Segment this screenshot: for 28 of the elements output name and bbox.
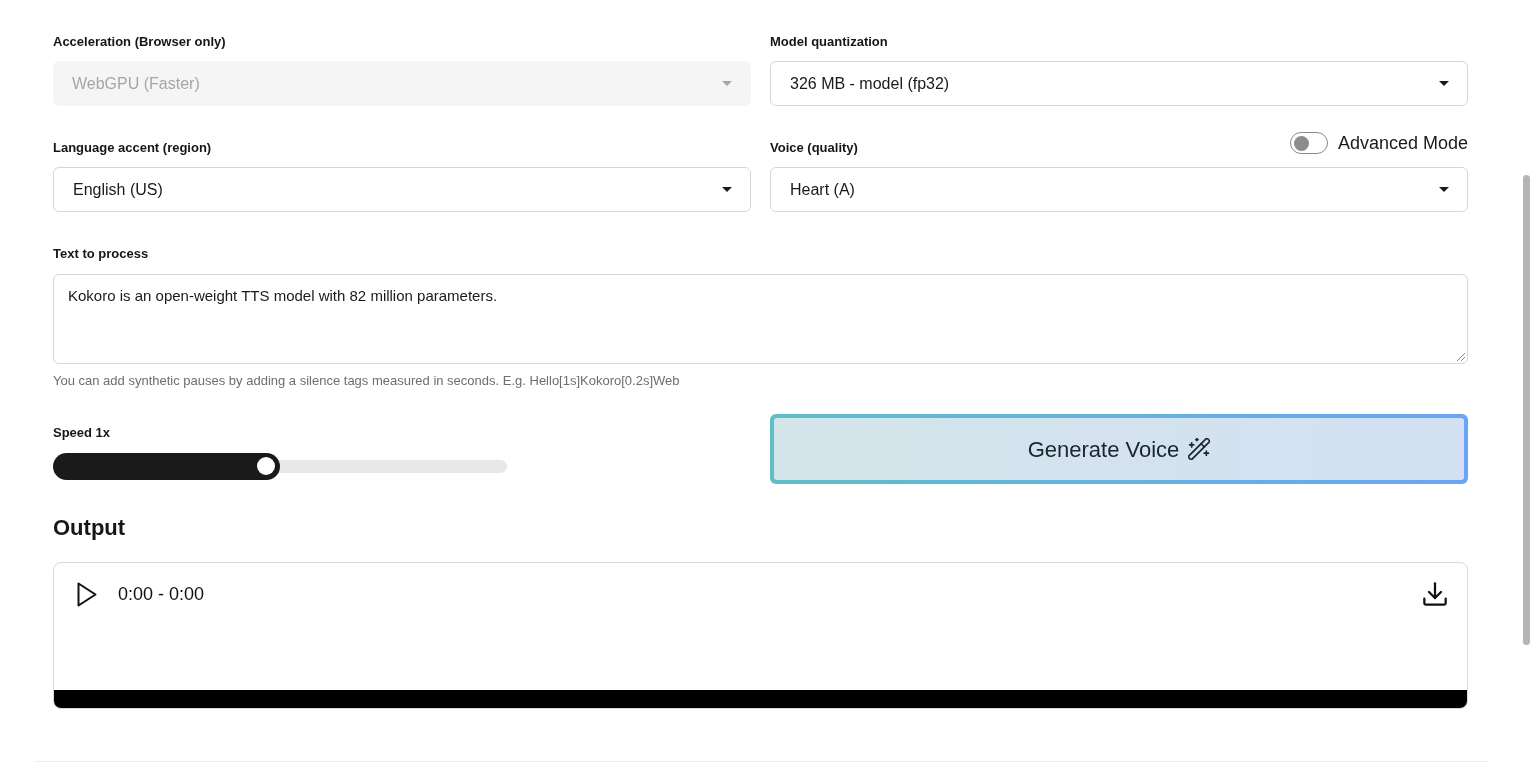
field-label: Acceleration (Browser only) [53, 34, 226, 50]
magic-wand-icon [1188, 438, 1211, 460]
caret-icon [1439, 187, 1449, 192]
field-label: Text to process [53, 246, 149, 262]
hint-text: You can add synthetic pauses by adding a silence tags measured in seconds. E.g. Hello[1s]Kokoro[0.2s]Web [53, 373, 680, 389]
speed-label: Speed 1x [53, 425, 111, 441]
resize-grip-icon[interactable] [1457, 353, 1465, 361]
time-display: 0:00 - 0:00 [118, 583, 205, 606]
scrollbar-thumb[interactable] [1523, 175, 1530, 645]
play-button[interactable] [77, 582, 97, 607]
dropdown-select[interactable]: English (US) [53, 167, 751, 212]
download-button[interactable] [1423, 582, 1447, 606]
toggle-label: Advanced Mode [1337, 132, 1468, 154]
caret-icon [1439, 81, 1449, 86]
download-icon [1423, 582, 1447, 606]
generate-voice-button[interactable]: Generate Voice [770, 414, 1468, 484]
caret-icon [722, 81, 732, 86]
dropdown-select[interactable]: 326 MB - model (fp32) [770, 61, 1468, 106]
field-label: Voice (quality) [770, 140, 858, 156]
output-heading: Output [53, 514, 126, 542]
field-label: Model quantization [770, 34, 888, 50]
dropdown-select[interactable]: Heart (A) [770, 167, 1468, 212]
field-label: Language accent (region) [53, 140, 212, 156]
toggle-switch[interactable] [1289, 132, 1328, 154]
play-icon [77, 582, 97, 607]
text-area-field[interactable]: Kokoro is an open-weight TTS model with 82 million parameters. [53, 274, 1468, 364]
slider-track[interactable] [53, 453, 507, 480]
caret-icon [722, 187, 732, 192]
